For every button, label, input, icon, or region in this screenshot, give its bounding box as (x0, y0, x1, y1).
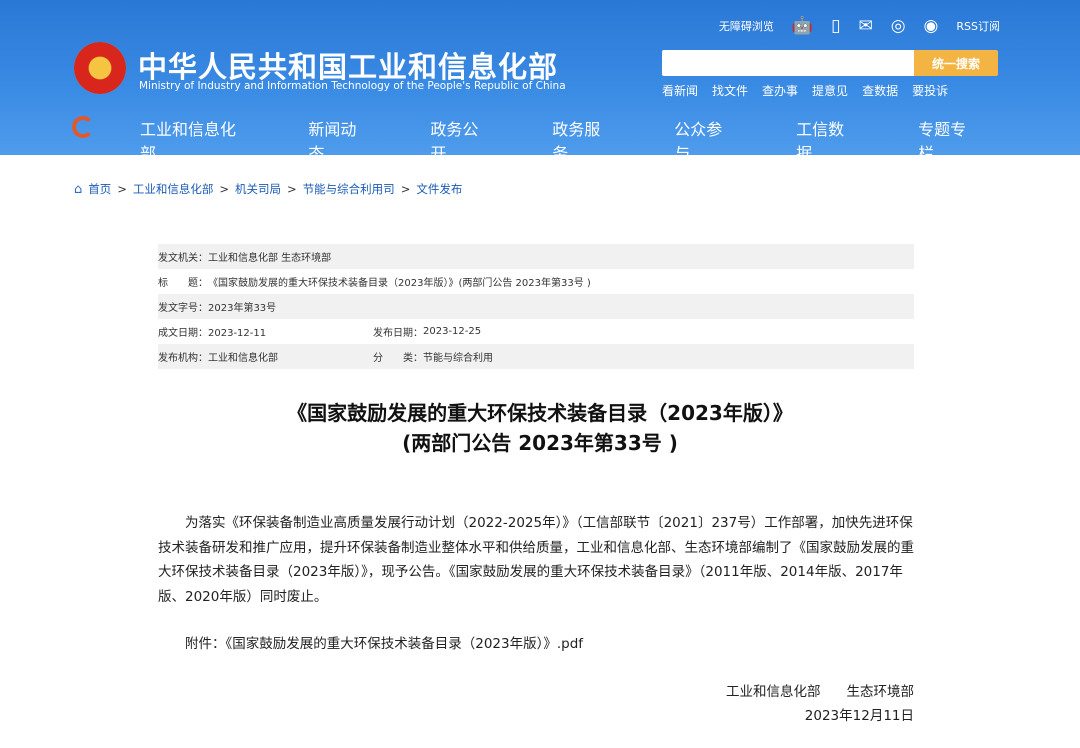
nav-item[interactable]: 工业和信息化部 (110, 116, 278, 164)
quick-link[interactable]: 找文件 (712, 82, 748, 99)
site-header: 中华人民共和国工业和信息化部 Ministry of Industry and … (0, 0, 1080, 163)
breadcrumb-link[interactable]: 工业和信息化部 (133, 181, 214, 197)
search-button[interactable]: 统一搜索 (914, 50, 998, 76)
signature: 工业和信息化部 生态环境部 2023年12月11日 (700, 680, 914, 728)
top-links: 无障碍浏览 🤖 ▯ ✉ ◎ ◉ RSS订阅 (719, 16, 1000, 36)
document-title-line1: 《国家鼓励发展的重大环保技术装备目录（2023年版）》 (287, 401, 793, 425)
breadcrumb-link[interactable]: 文件发布 (416, 181, 462, 197)
meta-label: 标 题： (158, 278, 208, 289)
nav-item[interactable]: 工信数据 (766, 116, 888, 164)
main-nav: 工业和信息化部 新闻动态 政务公开 政务服务 公众参与 工信数据 专题专栏 (110, 116, 1010, 164)
meta-value: 节能与综合利用 (423, 353, 493, 364)
quick-link[interactable]: 提意见 (812, 82, 848, 99)
search-bar: 统一搜索 (662, 50, 998, 76)
nav-item[interactable]: 专题专栏 (888, 116, 1010, 164)
sign-date: 2023年12月11日 (804, 708, 914, 724)
breadcrumb-separator: > (219, 182, 230, 196)
mobile-icon[interactable]: ▯ (831, 16, 840, 36)
meta-value: 工业和信息化部 (208, 353, 278, 364)
nav-item[interactable]: 政务服务 (522, 116, 644, 164)
meta-value: 2023-12-25 (423, 326, 482, 337)
national-emblem-logo (74, 42, 126, 94)
meta-label: 发布日期： (373, 328, 423, 339)
accessibility-link[interactable]: 无障碍浏览 (719, 18, 774, 34)
quick-link[interactable]: 要投诉 (912, 82, 948, 99)
quick-link[interactable]: 看新闻 (662, 82, 698, 99)
meta-row-title: 标 题： 《国家鼓励发展的重大环保技术装备目录（2023年版）》(两部门公告 20… (158, 269, 914, 294)
sign-org: 生态环境部 (846, 684, 915, 700)
breadcrumb-link[interactable]: 节能与综合利用司 (303, 181, 395, 197)
meta-label: 发布机构： (158, 353, 208, 364)
breadcrumb-separator: > (117, 182, 127, 196)
meta-value: 工业和信息化部 生态环境部 (208, 253, 332, 264)
site-name-en: Ministry of Industry and Information Tec… (139, 80, 566, 92)
nav-logo-icon[interactable] (72, 116, 94, 138)
sign-org: 工业和信息化部 (726, 684, 821, 700)
search-input[interactable] (662, 50, 914, 76)
breadcrumb-separator: > (287, 182, 297, 196)
mail-icon[interactable]: ✉ (858, 16, 872, 36)
meta-row-dates: 成文日期：2023-12-11 发布日期： 2023-12-25 (158, 319, 914, 344)
meta-row-issuer: 发文机关： 工业和信息化部 生态环境部 (158, 244, 914, 269)
meta-value: 2023年第33号 (208, 303, 277, 314)
rss-link[interactable]: RSS订阅 (956, 18, 1000, 34)
wechat-icon[interactable]: ◎ (891, 16, 906, 36)
document-title: 《国家鼓励发展的重大环保技术装备目录（2023年版）》 (两部门公告 2023年… (0, 398, 1080, 458)
meta-label: 发文字号： (158, 303, 208, 314)
attachment-link[interactable]: 附件：《国家鼓励发展的重大环保技术装备目录（2023年版）》.pdf (185, 632, 583, 652)
weibo-icon[interactable]: ◉ (924, 16, 939, 36)
document-title-line2: (两部门公告 2023年第33号 ) (402, 431, 678, 455)
document-body: 为落实《环保装备制造业高质量发展行动计划（2022-2025年）》（工信部联节〔… (158, 515, 914, 605)
meta-label: 成文日期： (158, 328, 208, 339)
nav-item[interactable]: 新闻动态 (278, 116, 400, 164)
meta-value: 《国家鼓励发展的重大环保技术装备目录（2023年版）》(两部门公告 2023年第… (208, 278, 591, 289)
nav-item[interactable]: 政务公开 (400, 116, 522, 164)
document-meta-table: 发文机关： 工业和信息化部 生态环境部 标 题： 《国家鼓励发展的重大环保技术装备目… (158, 244, 914, 369)
home-icon[interactable]: ⌂ (74, 182, 82, 197)
breadcrumb: ⌂ 首页 > 工业和信息化部 > 机关司局 > 节能与综合利用司 > 文件发布 (74, 181, 462, 197)
nav-item[interactable]: 公众参与 (644, 116, 766, 164)
breadcrumb-link[interactable]: 机关司局 (235, 181, 281, 197)
meta-value: 2023-12-11 (208, 328, 267, 339)
meta-row-number: 发文字号： 2023年第33号 (158, 294, 914, 319)
meta-label: 分 类： (373, 353, 423, 364)
meta-row-org: 发布机构：工业和信息化部 分 类： 节能与综合利用 (158, 344, 914, 369)
breadcrumb-link[interactable]: 首页 (88, 181, 111, 197)
breadcrumb-separator: > (400, 182, 411, 196)
meta-label: 发文机关： (158, 253, 208, 264)
quick-link[interactable]: 查数据 (862, 82, 898, 99)
quick-links: 看新闻 找文件 查办事 提意见 查数据 要投诉 (662, 82, 948, 99)
accessibility-robot-icon[interactable]: 🤖 (792, 16, 813, 36)
quick-link[interactable]: 查办事 (762, 82, 798, 99)
